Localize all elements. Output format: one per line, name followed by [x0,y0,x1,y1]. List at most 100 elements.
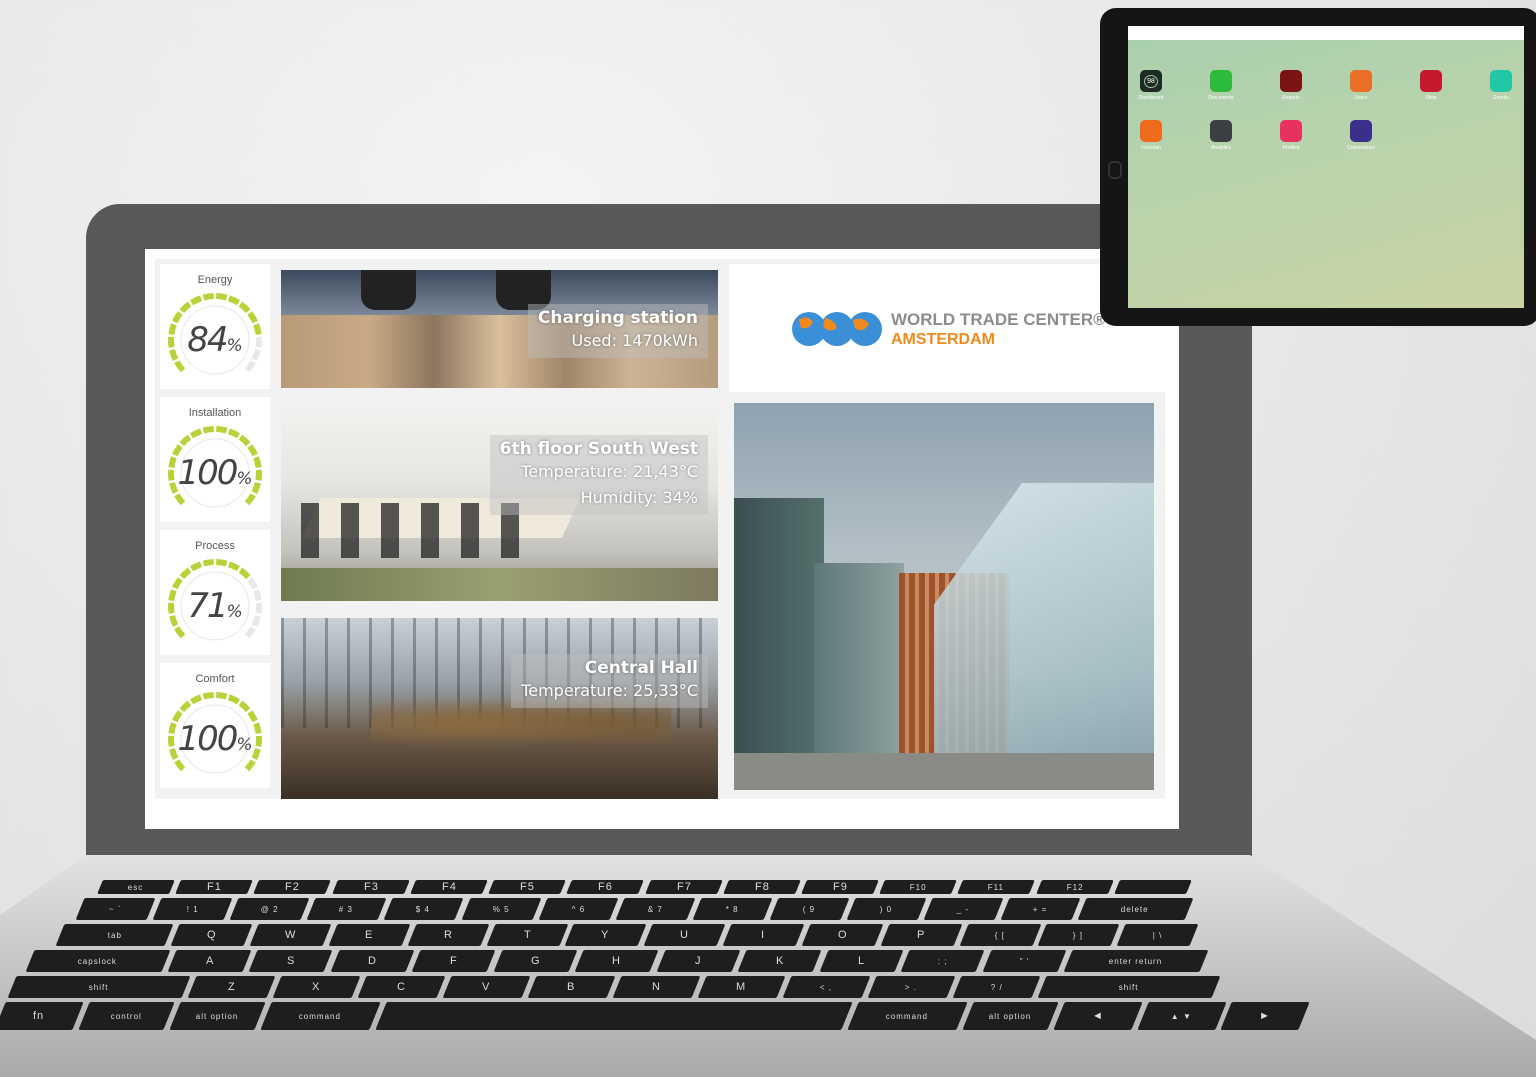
ipad-app-historian[interactable]: Historian [1128,120,1179,151]
ipad-app-documents[interactable]: Documents [1193,70,1249,101]
key[interactable]: L [819,950,904,972]
key[interactable]: { [ [959,924,1041,946]
key[interactable]: A [167,950,252,972]
key[interactable]: W [249,924,332,946]
key[interactable]: control [77,1002,175,1030]
key[interactable]: $ 4 [383,898,464,920]
key[interactable]: * 8 [692,898,773,920]
ipad-app-sites[interactable]: Sites [1403,70,1459,101]
key[interactable]: Y [564,924,647,946]
gauge-energy[interactable]: Energy 84% [160,264,270,389]
key[interactable]: F11 [957,880,1036,894]
gauge-installation[interactable]: Installation 100% [160,397,270,522]
key[interactable]: F1 [175,880,254,894]
ipad-app-dashboard[interactable]: 98 Dashboard [1128,70,1179,101]
key[interactable]: delete [1077,898,1194,920]
key[interactable]: _ - [923,898,1004,920]
key[interactable]: D [330,950,415,972]
ipad-app-connections[interactable]: Connections [1333,120,1389,151]
ipad-app-users[interactable]: Users [1333,70,1389,101]
key[interactable]: F5 [488,880,567,894]
tile-charging-station[interactable]: Charging station Used: 1470kWh [281,270,718,388]
key[interactable]: alt option [962,1002,1059,1030]
key[interactable]: X [272,976,361,998]
ipad-app-events[interactable]: Events [1473,70,1524,101]
gauge-process[interactable]: Process 71% [160,530,270,655]
key[interactable]: alt option [169,1002,267,1030]
key[interactable]: Z [187,976,276,998]
key[interactable]: J [656,950,741,972]
key[interactable]: F3 [331,880,410,894]
key[interactable]: B [527,976,616,998]
key[interactable]: esc [97,880,176,894]
key[interactable]: K [737,950,823,972]
key[interactable]: M [697,976,786,998]
tile-6th-floor[interactable]: 6th floor South West Temperature: 21,43°… [281,403,718,601]
key[interactable]: P [880,924,962,946]
key[interactable]: shift [7,976,191,998]
tile-overlay: 6th floor South West Temperature: 21,43°… [489,435,708,515]
key[interactable]: G [493,950,578,972]
key[interactable]: ► [1220,1002,1310,1030]
key[interactable]: U [643,924,726,946]
key[interactable]: S [248,950,334,972]
key[interactable]: command [847,1002,968,1030]
key[interactable]: shift [1037,976,1221,998]
key[interactable]: " ' [982,950,1067,972]
key[interactable]: F9 [801,880,879,894]
key[interactable]: capslock [25,950,171,972]
home-button[interactable] [1108,161,1122,179]
key[interactable]: O [801,924,884,946]
gauge-segment [179,567,192,580]
key-label: _ - [957,904,970,914]
key[interactable]: ) 0 [846,898,927,920]
key[interactable]: < , [782,976,871,998]
key[interactable]: > . [867,976,956,998]
key[interactable]: T [486,924,568,946]
key[interactable]: ~ ` [75,898,156,920]
ipad-app-profiles[interactable]: Profiles [1263,120,1319,151]
key[interactable]: F2 [253,880,332,894]
key[interactable]: ! 1 [152,898,233,920]
tile-central-hall[interactable]: Central Hall Temperature: 25,33°C [281,618,718,799]
key[interactable]: command [260,1002,381,1030]
key[interactable]: ? / [952,976,1041,998]
key[interactable]: | \ [1116,924,1199,946]
key[interactable]: # 3 [306,898,387,920]
ipad-app-reports[interactable]: Reports [1263,70,1319,101]
gauge-comfort[interactable]: Comfort 100% [160,663,270,788]
key[interactable]: + = [1000,898,1081,920]
key[interactable] [375,1002,853,1030]
key[interactable]: Q [170,924,253,946]
key[interactable]: R [407,924,489,946]
key[interactable]: ▲ ▼ [1137,1002,1227,1030]
key[interactable]: H [574,950,660,972]
key[interactable]: V [442,976,531,998]
ipad-app-analytics[interactable]: Analytics [1193,120,1249,151]
key[interactable]: F4 [410,880,488,894]
key[interactable]: F6 [566,880,645,894]
key[interactable]: ^ 6 [538,898,619,920]
key[interactable]: fn [0,1002,84,1030]
key[interactable]: F12 [1035,880,1114,894]
key[interactable]: ◄ [1053,1002,1143,1030]
key[interactable]: I [722,924,805,946]
key[interactable] [1113,880,1192,894]
key[interactable]: & 7 [615,898,696,920]
key[interactable]: ( 9 [769,898,850,920]
key[interactable]: E [328,924,411,946]
key[interactable]: F [411,950,497,972]
key[interactable]: F8 [722,880,801,894]
key[interactable]: tab [55,924,174,946]
key[interactable]: enter return [1063,950,1209,972]
key[interactable]: C [357,976,446,998]
key[interactable]: F10 [879,880,958,894]
key[interactable]: % 5 [461,898,542,920]
key[interactable]: @ 2 [229,898,310,920]
key[interactable]: : ; [900,950,986,972]
key[interactable]: } ] [1037,924,1120,946]
key[interactable]: F7 [644,880,723,894]
key[interactable]: N [612,976,701,998]
building-photo[interactable] [734,403,1154,790]
gauge-segment [174,759,186,772]
